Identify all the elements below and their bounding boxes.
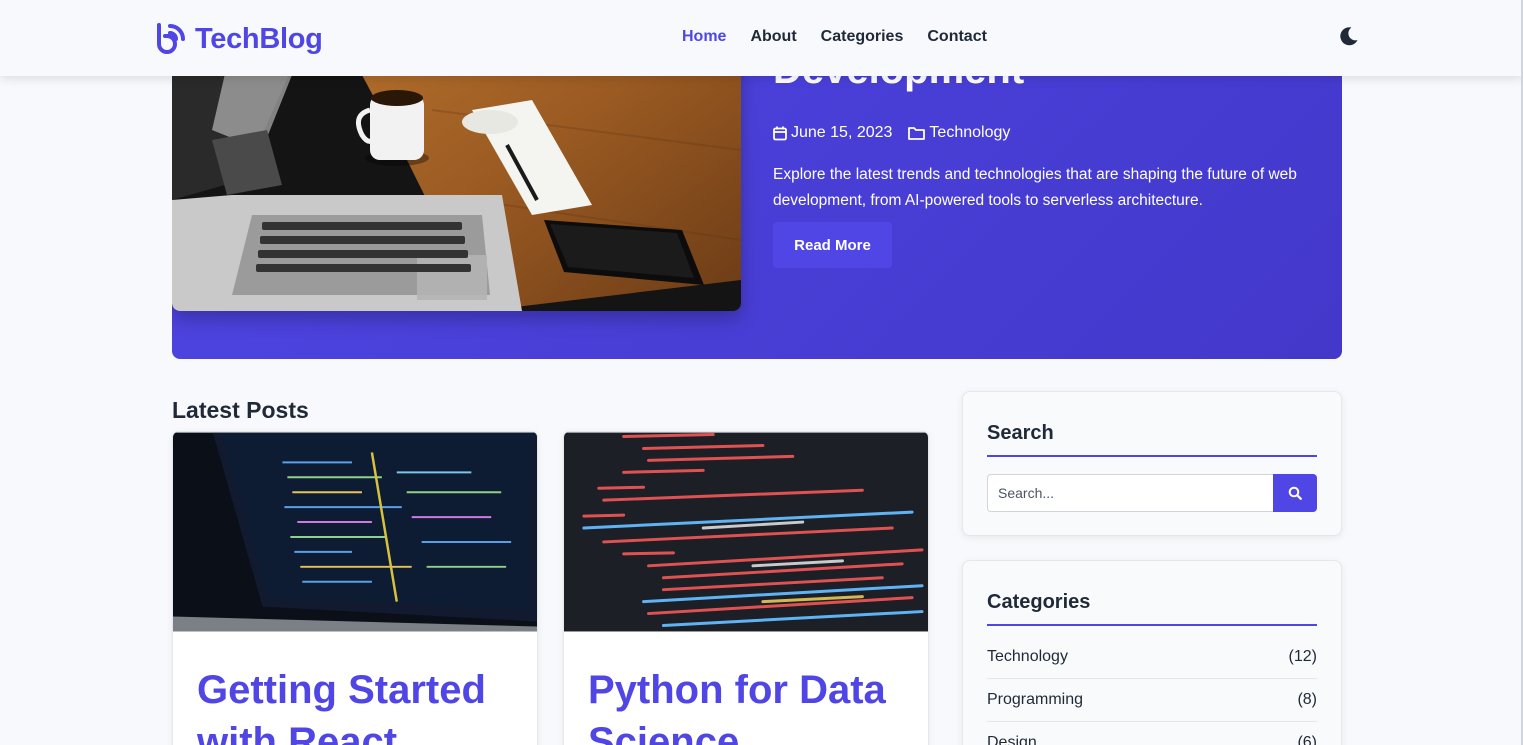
post-title[interactable]: Python for Data Science — [588, 664, 908, 745]
nav-contact[interactable]: Contact — [927, 27, 987, 47]
categories-widget-title: Categories — [987, 591, 1317, 626]
category-item-programming[interactable]: Programming (8) — [987, 679, 1317, 722]
folder-icon — [908, 127, 926, 140]
search-icon — [1288, 486, 1302, 500]
brand-logo-link[interactable]: TechBlog — [155, 20, 323, 58]
category-count: (8) — [1297, 691, 1317, 708]
post-title[interactable]: Getting Started with React — [197, 664, 517, 745]
nav-about[interactable]: About — [750, 27, 796, 47]
nav-home[interactable]: Home — [682, 27, 726, 47]
read-more-button[interactable]: Read More — [773, 222, 892, 268]
category-count: (12) — [1288, 648, 1317, 665]
category-name: Technology — [987, 648, 1068, 665]
post-card[interactable]: Python for Data Science — [563, 431, 929, 745]
featured-post-date-text: June 15, 2023 — [791, 124, 893, 141]
search-widget: Search — [962, 391, 1342, 536]
moon-icon — [1340, 27, 1358, 46]
category-item-design[interactable]: Design (6) — [987, 722, 1317, 745]
category-name: Programming — [987, 691, 1084, 708]
featured-post-date: June 15, 2023 — [773, 124, 892, 142]
post-thumbnail[interactable] — [564, 432, 928, 632]
featured-post-excerpt: Explore the latest trends and technologi… — [773, 166, 1297, 209]
featured-post-category-text: Technology — [929, 124, 1011, 141]
category-name: Design — [987, 734, 1037, 745]
search-button[interactable] — [1273, 474, 1317, 512]
category-list: Technology (12) Programming (8) Design (… — [987, 636, 1317, 745]
category-item-technology[interactable]: Technology (12) — [987, 636, 1317, 679]
main-nav: Home About Categories Contact — [682, 27, 987, 47]
search-widget-title: Search — [987, 422, 1317, 457]
post-thumbnail[interactable] — [173, 432, 537, 632]
categories-widget: Categories Technology (12) Programming (… — [962, 560, 1342, 745]
theme-toggle-button[interactable] — [1338, 25, 1360, 47]
site-header: TechBlog Home About Categories Contact — [0, 0, 1523, 76]
post-card[interactable]: Getting Started with React — [172, 431, 538, 745]
featured-post-category[interactable]: Technology — [908, 124, 1010, 142]
brand-name: TechBlog — [195, 22, 323, 55]
latest-posts-heading: Latest Posts — [172, 397, 309, 423]
blog-logo-icon — [157, 23, 185, 54]
nav-categories[interactable]: Categories — [821, 27, 904, 47]
calendar-icon — [773, 126, 787, 140]
search-input[interactable] — [987, 474, 1274, 512]
featured-post-meta: June 15, 2023 Technology — [773, 124, 1010, 142]
category-count: (6) — [1297, 734, 1317, 745]
